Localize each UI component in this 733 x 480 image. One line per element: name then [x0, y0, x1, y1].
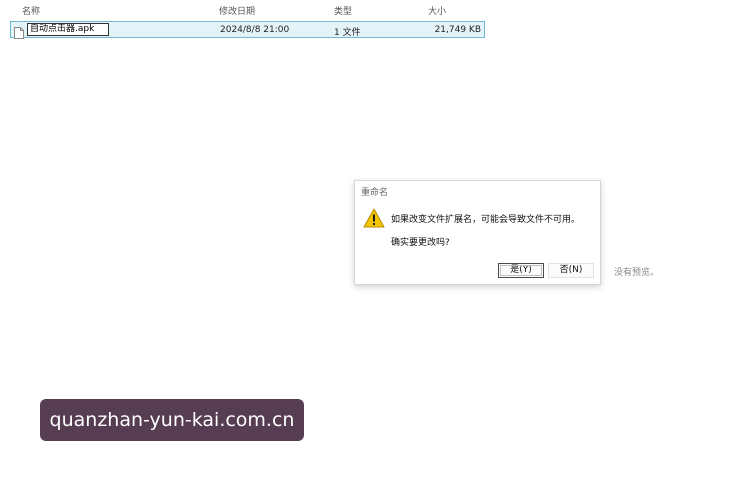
- column-header-size[interactable]: 大小: [428, 4, 446, 17]
- file-size: 21,749 KB: [434, 25, 481, 35]
- file-row-selected[interactable]: 自动点击器.apk 2024/8/8 21:00 1 文件 21,749 KB: [10, 21, 485, 39]
- file-explorer-window: 名称 修改日期 类型 大小 自动点击器.apk 2024/8/8 21:00 1…: [0, 0, 733, 480]
- yes-button[interactable]: 是(Y): [498, 263, 544, 278]
- no-button[interactable]: 否(N): [548, 263, 594, 278]
- warning-icon: [363, 208, 385, 228]
- file-type: 1 文件: [334, 28, 361, 38]
- column-header-name[interactable]: 名称: [22, 4, 40, 17]
- watermark-badge: quanzhan-yun-kai.com.cn: [40, 399, 304, 441]
- dialog-question: 确实要更改吗?: [391, 238, 450, 248]
- document-icon: [14, 24, 24, 39]
- preview-empty-text: 没有预览。: [614, 268, 660, 278]
- dialog-message: 如果改变文件扩展名，可能会导致文件不可用。: [391, 215, 581, 225]
- column-header-type[interactable]: 类型: [334, 4, 352, 17]
- dialog-title: 重命名: [361, 188, 389, 198]
- rename-dialog: 重命名 如果改变文件扩展名，可能会导致文件不可用。 确实要更改吗? 是(Y) 否…: [354, 180, 601, 285]
- column-header-date[interactable]: 修改日期: [219, 4, 255, 17]
- rename-input[interactable]: 自动点击器.apk: [27, 23, 109, 36]
- file-date: 2024/8/8 21:00: [220, 25, 290, 35]
